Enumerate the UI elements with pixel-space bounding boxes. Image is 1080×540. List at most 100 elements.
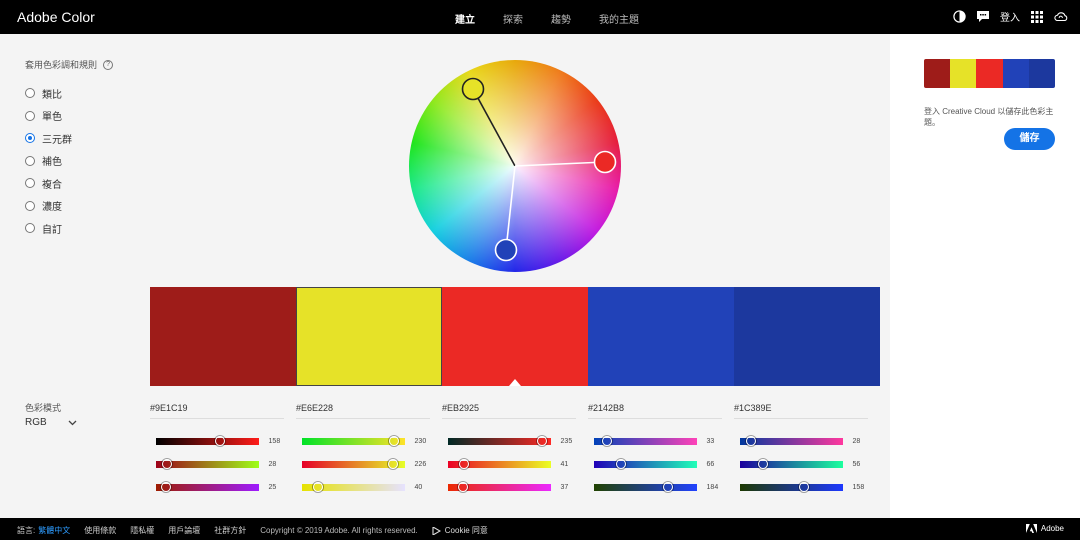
save-button[interactable]: 儲存 — [1004, 128, 1055, 150]
swatch-1[interactable] — [150, 287, 296, 386]
channel-slider-g[interactable] — [156, 459, 259, 469]
slider-thumb[interactable] — [214, 436, 225, 446]
hex-field[interactable]: #EB2925 — [442, 403, 576, 419]
channel-slider-b[interactable] — [448, 482, 551, 492]
slider-row-b: 184 — [588, 476, 722, 499]
rule-complementary[interactable]: 補色 — [25, 150, 72, 173]
channel-slider-b[interactable] — [594, 482, 697, 492]
channel-value-r[interactable]: 235 — [561, 438, 576, 445]
slider-thumb[interactable] — [757, 459, 768, 469]
swatch-2[interactable] — [296, 287, 442, 386]
color-blind-icon[interactable] — [952, 10, 966, 24]
radio-icon[interactable] — [25, 110, 35, 121]
hex-field[interactable]: #1C389E — [734, 403, 868, 419]
slider-thumb[interactable] — [389, 436, 400, 446]
rule-triad[interactable]: 三元群 — [25, 127, 72, 150]
signin-link[interactable]: 登入 — [1000, 9, 1020, 24]
help-icon[interactable]: ? — [103, 59, 114, 70]
channel-slider-r[interactable] — [594, 436, 697, 446]
app-title[interactable]: Adobe Color — [17, 9, 95, 25]
channel-value-r[interactable]: 158 — [269, 438, 284, 445]
channel-value-g[interactable]: 66 — [707, 461, 722, 468]
radio-icon[interactable] — [25, 223, 35, 234]
channel-value-g[interactable]: 56 — [853, 461, 868, 468]
color-mode-select[interactable]: RGB — [25, 417, 77, 428]
footer-link-guidelines[interactable]: 社群方針 — [214, 525, 246, 536]
radio-icon[interactable] — [25, 200, 35, 211]
rule-analogous[interactable]: 類比 — [25, 82, 72, 105]
color-wheel[interactable] — [409, 60, 621, 272]
channel-value-b[interactable]: 184 — [707, 484, 722, 491]
rule-custom[interactable]: 自訂 — [25, 217, 72, 240]
channel-slider-g[interactable] — [302, 459, 405, 469]
nav-trends[interactable]: 趨勢 — [551, 11, 571, 26]
rules-title-text: 套用色彩調和規則 — [25, 60, 98, 70]
signin-hint: 登入 Creative Cloud 以儲存此色彩主題。 — [924, 107, 1054, 127]
channel-value-r[interactable]: 33 — [707, 438, 722, 445]
slider-thumb[interactable] — [746, 436, 757, 446]
apps-grid-icon[interactable] — [1030, 10, 1044, 24]
wheel-handle-red[interactable] — [593, 150, 617, 174]
language-value[interactable]: 繁體中文 — [38, 526, 70, 535]
slider-thumb[interactable] — [798, 482, 809, 492]
slider-thumb[interactable] — [162, 459, 173, 469]
channel-value-g[interactable]: 41 — [561, 461, 576, 468]
cookie-consent[interactable]: Cookie 同意 — [432, 525, 488, 536]
footer-link-terms[interactable]: 使用條款 — [84, 525, 116, 536]
swatch-3[interactable] — [442, 287, 588, 386]
wheel-handle-yellow[interactable] — [461, 77, 485, 101]
chat-icon[interactable] — [976, 10, 990, 24]
slider-thumb[interactable] — [161, 482, 172, 492]
rule-monochromatic[interactable]: 單色 — [25, 105, 72, 128]
channel-slider-r[interactable] — [302, 436, 405, 446]
slider-thumb[interactable] — [615, 459, 626, 469]
language-selector[interactable]: 語言: 繁體中文 — [17, 525, 70, 536]
channel-value-r[interactable]: 230 — [415, 438, 430, 445]
hex-field[interactable]: #9E1C19 — [150, 403, 284, 419]
channel-value-b[interactable]: 40 — [415, 484, 430, 491]
slider-thumb[interactable] — [313, 482, 324, 492]
radio-icon[interactable] — [25, 178, 35, 189]
channel-slider-r[interactable] — [448, 436, 551, 446]
wheel-handle-blue[interactable] — [494, 238, 518, 262]
radio-icon[interactable] — [25, 133, 35, 144]
channel-slider-r[interactable] — [156, 436, 259, 446]
slider-thumb[interactable] — [457, 482, 468, 492]
radio-icon[interactable] — [25, 88, 35, 99]
footer-link-privacy[interactable]: 隱私權 — [130, 525, 154, 536]
swatch-5[interactable] — [734, 287, 880, 386]
color-column-5: #1C389E 28 56 158 — [734, 403, 880, 499]
slider-thumb[interactable] — [602, 436, 613, 446]
channel-slider-g[interactable] — [448, 459, 551, 469]
channel-slider-r[interactable] — [740, 436, 843, 446]
swatch-4[interactable] — [588, 287, 734, 386]
hex-field[interactable]: #2142B8 — [588, 403, 722, 419]
nav-create[interactable]: 建立 — [455, 11, 475, 26]
nav-explore[interactable]: 探索 — [503, 11, 523, 26]
channel-slider-b[interactable] — [302, 482, 405, 492]
nav-my-themes[interactable]: 我的主題 — [599, 11, 639, 26]
channel-value-r[interactable]: 28 — [853, 438, 868, 445]
channel-value-g[interactable]: 28 — [269, 461, 284, 468]
rule-shades[interactable]: 濃度 — [25, 195, 72, 218]
rule-compound[interactable]: 複合 — [25, 172, 72, 195]
channel-value-g[interactable]: 226 — [415, 461, 430, 468]
footer-link-forums[interactable]: 用戶論壇 — [168, 525, 200, 536]
slider-thumb[interactable] — [537, 436, 548, 446]
creative-cloud-icon[interactable] — [1054, 10, 1068, 24]
slider-thumb[interactable] — [662, 482, 673, 492]
slider-thumb[interactable] — [387, 459, 398, 469]
slider-row-r: 33 — [588, 430, 722, 453]
slider-thumb[interactable] — [459, 459, 470, 469]
adobe-brand: Adobe — [1025, 524, 1064, 533]
channel-slider-g[interactable] — [740, 459, 843, 469]
channel-value-b[interactable]: 37 — [561, 484, 576, 491]
hex-field[interactable]: #E6E228 — [296, 403, 430, 419]
radio-icon[interactable] — [25, 155, 35, 166]
channel-slider-g[interactable] — [594, 459, 697, 469]
channel-value-b[interactable]: 25 — [269, 484, 284, 491]
channel-value-b[interactable]: 158 — [853, 484, 868, 491]
channel-slider-b[interactable] — [740, 482, 843, 492]
top-right-tools: 登入 — [952, 9, 1068, 24]
channel-slider-b[interactable] — [156, 482, 259, 492]
